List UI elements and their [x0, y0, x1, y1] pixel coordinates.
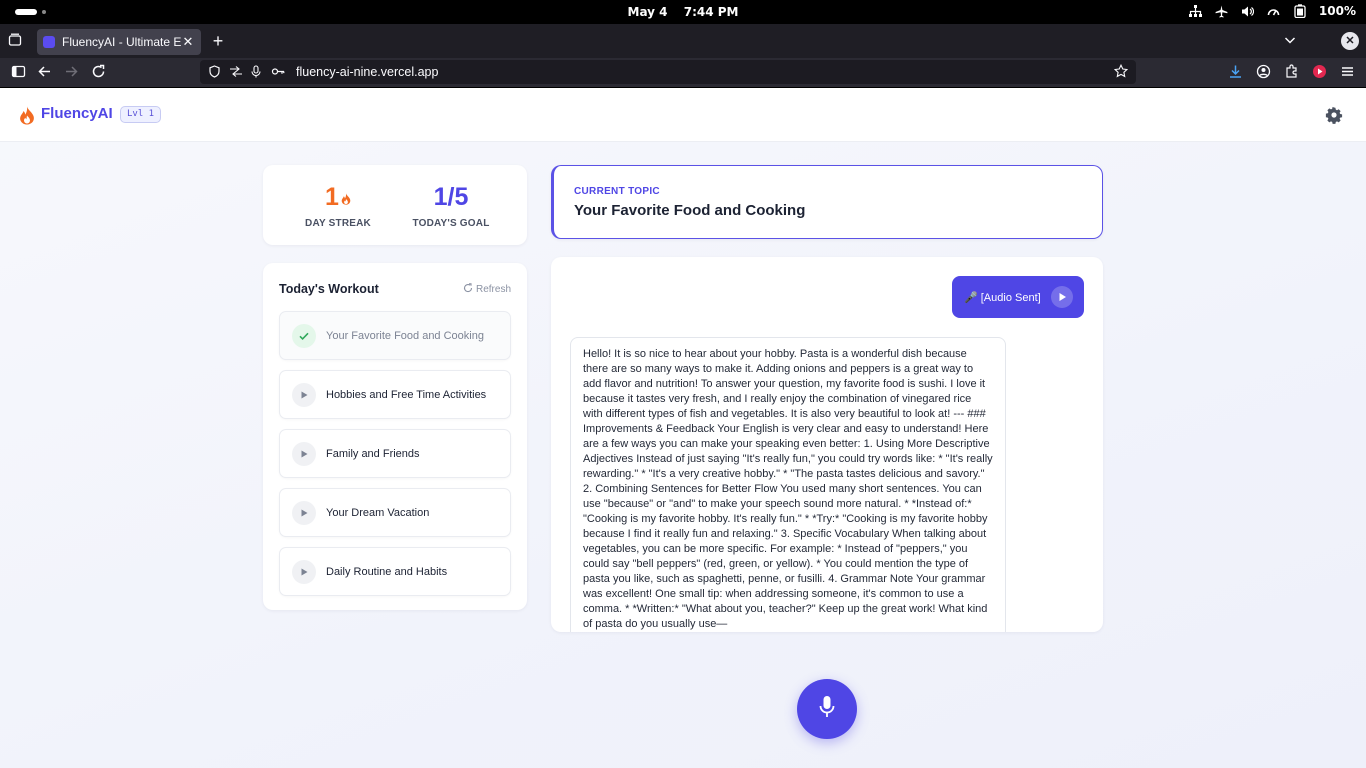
user-audio-message: 🎤 [Audio Sent]	[952, 276, 1084, 318]
streak-label: DAY STREAK	[305, 218, 371, 229]
workout-item-label: Daily Routine and Habits	[326, 565, 448, 578]
workout-item-label: Your Dream Vacation	[326, 506, 430, 519]
flame-logo-icon	[19, 106, 35, 125]
url-text: fluency-ai-nine.vercel.app	[296, 65, 439, 79]
tab-close-icon[interactable]: ✕	[181, 34, 195, 50]
forward-arrow-icon[interactable]	[64, 64, 80, 80]
key-icon[interactable]	[271, 65, 285, 79]
workout-card: Today's Workout Refresh Your Favorite Fo…	[263, 263, 527, 610]
workout-item-family[interactable]: Family and Friends	[279, 429, 511, 478]
menu-hamburger-icon[interactable]	[1340, 64, 1356, 80]
level-badge: Lvl 1	[120, 106, 162, 123]
refresh-label: Refresh	[475, 284, 511, 295]
volume-icon	[1241, 4, 1255, 18]
account-icon[interactable]	[1256, 64, 1272, 80]
video-extension-icon[interactable]	[1312, 64, 1328, 80]
workout-title: Today's Workout	[279, 282, 379, 296]
reload-icon[interactable]	[91, 64, 107, 80]
favicon-icon	[43, 36, 55, 48]
refresh-icon	[463, 283, 473, 296]
workout-item-vacation[interactable]: Your Dream Vacation	[279, 488, 511, 537]
shield-icon[interactable]	[208, 65, 222, 79]
goal-stat: 1/5 TODAY'S GOAL	[391, 183, 511, 229]
os-date: May 4	[627, 5, 668, 19]
check-icon	[292, 323, 316, 348]
back-arrow-icon[interactable]	[37, 64, 53, 80]
browser-navigation-bar: fluency-ai-nine.vercel.app	[0, 58, 1366, 87]
play-icon	[292, 500, 316, 525]
airplane-mode-icon	[1215, 4, 1229, 18]
goal-value: 1/5	[433, 183, 469, 211]
window-close-icon[interactable]: ✕	[1341, 32, 1359, 50]
ai-response-message: Hello! It is so nice to hear about your …	[570, 337, 1006, 632]
battery-icon	[1293, 4, 1307, 18]
workout-item-hobbies[interactable]: Hobbies and Free Time Activities	[279, 370, 511, 419]
os-status-area[interactable]: 100%	[1189, 4, 1356, 18]
brand-name[interactable]: FluencyAI	[41, 105, 113, 122]
play-icon	[292, 559, 316, 584]
play-audio-button[interactable]	[1051, 286, 1073, 308]
refresh-button[interactable]: Refresh	[463, 283, 511, 296]
battery-percentage: 100%	[1318, 4, 1356, 18]
workout-item-label: Your Favorite Food and Cooking	[326, 329, 484, 342]
stats-card: 1 DAY STREAK 1/5 TODAY'S GOAL	[263, 165, 527, 245]
current-topic-card: CURRENT TOPIC Your Favorite Food and Coo…	[551, 165, 1103, 239]
list-all-tabs-chevron-icon[interactable]	[1283, 33, 1299, 49]
bookmark-star-icon[interactable]	[1113, 63, 1130, 80]
record-microphone-button[interactable]	[797, 679, 857, 739]
microphone-icon	[819, 695, 835, 724]
sidebar-toggle-icon[interactable]	[11, 64, 27, 80]
chat-panel[interactable]: 🎤 [Audio Sent] Hello! It is so nice to h…	[551, 257, 1103, 632]
microphone-permission-icon[interactable]	[250, 65, 264, 79]
os-time: 7:44 PM	[683, 5, 739, 19]
address-bar[interactable]: fluency-ai-nine.vercel.app	[200, 60, 1136, 84]
workout-item-daily-routine[interactable]: Daily Routine and Habits	[279, 547, 511, 596]
extensions-icon[interactable]	[1284, 64, 1300, 80]
power-profile-icon	[1267, 4, 1281, 18]
workout-item-label: Family and Friends	[326, 447, 420, 460]
topic-title: Your Favorite Food and Cooking	[574, 202, 806, 219]
streak-value: 1	[325, 183, 339, 211]
tab-title: FluencyAI - Ultimate Edi	[62, 35, 181, 49]
play-icon	[292, 382, 316, 407]
tab-overview-icon[interactable]	[8, 33, 24, 49]
user-message-text: 🎤 [Audio Sent]	[964, 291, 1041, 304]
toolbar-right	[1228, 64, 1356, 80]
workout-item-food-cooking[interactable]: Your Favorite Food and Cooking	[279, 311, 511, 360]
os-clock[interactable]: May 4 7:44 PM	[0, 5, 1366, 19]
play-icon	[292, 441, 316, 466]
network-icon	[1189, 4, 1203, 18]
permissions-icon[interactable]	[229, 65, 243, 79]
app-page: FluencyAI Lvl 1 1 DAY STREAK 1/5 TODAY'S…	[0, 88, 1366, 768]
settings-gear-icon[interactable]	[1325, 106, 1343, 124]
downloads-icon[interactable]	[1228, 64, 1244, 80]
workout-item-label: Hobbies and Free Time Activities	[326, 388, 487, 401]
app-header: FluencyAI Lvl 1	[0, 88, 1366, 142]
streak-stat: 1 DAY STREAK	[278, 183, 398, 229]
goal-label: TODAY'S GOAL	[412, 218, 490, 229]
topic-kicker: CURRENT TOPIC	[574, 186, 660, 197]
small-flame-icon	[341, 183, 351, 212]
browser-tab-strip: FluencyAI - Ultimate Edi ✕ + ✕	[0, 24, 1366, 58]
new-tab-icon[interactable]: +	[210, 32, 226, 50]
os-top-bar: May 4 7:44 PM 100%	[0, 0, 1366, 24]
active-browser-tab[interactable]: FluencyAI - Ultimate Edi ✕	[37, 29, 201, 55]
